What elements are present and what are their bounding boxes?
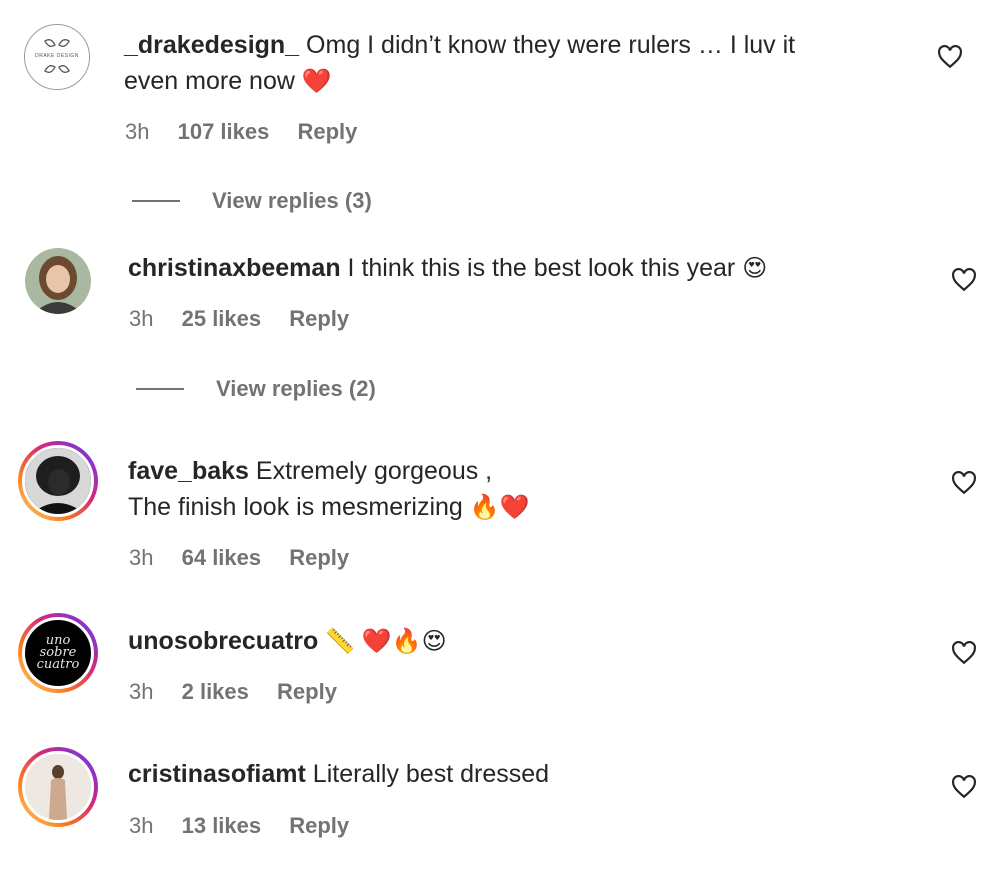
view-replies-line bbox=[136, 388, 184, 390]
comment-text: unosobrecuatro 📏 ❤️🔥😍 bbox=[128, 623, 908, 660]
avatar-photo bbox=[25, 448, 91, 514]
reply-button[interactable]: Reply bbox=[289, 306, 349, 331]
comment-time[interactable]: 3h bbox=[129, 545, 153, 570]
comment-likes[interactable]: 2 likes bbox=[182, 679, 249, 704]
comment-likes[interactable]: 64 likes bbox=[182, 545, 262, 570]
comment-emoji: 😍 bbox=[742, 255, 768, 282]
reply-button[interactable]: Reply bbox=[289, 545, 349, 570]
view-replies-button[interactable]: View replies (3) bbox=[132, 188, 372, 214]
comment-body-line: Omg I didn’t know they were rulers … I l… bbox=[306, 31, 796, 59]
comment-body-line: even more now bbox=[124, 67, 295, 95]
comment-body: I think this is the best look this year bbox=[347, 254, 736, 282]
comment-time[interactable]: 3h bbox=[129, 813, 153, 838]
avatar-logo-text: uno sobre cuatro bbox=[36, 633, 80, 672]
comment-likes[interactable]: 13 likes bbox=[182, 813, 262, 838]
comment-meta: 3h 64 likes Reply bbox=[129, 545, 371, 571]
comment-body-line: Extremely gorgeous , bbox=[255, 457, 493, 485]
comment-meta: 3h 13 likes Reply bbox=[129, 813, 371, 839]
comment-meta: 3h 107 likes Reply bbox=[125, 119, 379, 145]
comment-emoji: 📏 ❤️🔥😍 bbox=[325, 628, 447, 655]
comment-username[interactable]: cristinasofiamt bbox=[128, 760, 306, 788]
comment-likes[interactable]: 107 likes bbox=[178, 119, 270, 144]
comment-body-line: The finish look is mesmerizing bbox=[128, 493, 463, 521]
comment-text: _drakedesign_ Omg I didn’t know they wer… bbox=[124, 27, 904, 100]
heart-outline-icon[interactable] bbox=[937, 45, 963, 69]
comment-text: christinaxbeeman I think this is the bes… bbox=[128, 250, 908, 287]
avatar[interactable] bbox=[18, 747, 98, 827]
avatar[interactable] bbox=[25, 248, 91, 314]
comment-likes[interactable]: 25 likes bbox=[182, 306, 262, 331]
heart-outline-icon[interactable] bbox=[951, 775, 977, 799]
comment-meta: 3h 25 likes Reply bbox=[129, 306, 371, 332]
avatar[interactable]: DRAKE DESIGN bbox=[24, 24, 90, 90]
avatar-logo-text: DRAKE DESIGN bbox=[35, 53, 79, 59]
comment-time[interactable]: 3h bbox=[129, 306, 153, 331]
avatar[interactable] bbox=[18, 441, 98, 521]
heart-outline-icon[interactable] bbox=[951, 641, 977, 665]
comment-emoji: ❤️ bbox=[301, 68, 332, 95]
comment-text: fave_baks Extremely gorgeous , The finis… bbox=[128, 453, 908, 526]
comment-username[interactable]: fave_baks bbox=[128, 457, 249, 485]
heart-outline-icon[interactable] bbox=[951, 268, 977, 292]
avatar[interactable]: uno sobre cuatro bbox=[18, 613, 98, 693]
comment-emoji: 🔥❤️ bbox=[469, 494, 530, 521]
avatar-photo bbox=[25, 754, 91, 820]
view-replies-button[interactable]: View replies (2) bbox=[136, 376, 376, 402]
reply-button[interactable]: Reply bbox=[277, 679, 337, 704]
comment-body: Literally best dressed bbox=[312, 760, 550, 788]
comment-username[interactable]: unosobrecuatro bbox=[128, 627, 318, 655]
comment-time[interactable]: 3h bbox=[125, 119, 149, 144]
comment-username[interactable]: christinaxbeeman bbox=[128, 254, 341, 282]
comment-text: cristinasofiamt Literally best dressed bbox=[128, 756, 908, 792]
comment-username[interactable]: _drakedesign_ bbox=[124, 31, 299, 59]
heart-outline-icon[interactable] bbox=[951, 471, 977, 495]
reply-button[interactable]: Reply bbox=[297, 119, 357, 144]
reply-button[interactable]: Reply bbox=[289, 813, 349, 838]
avatar-photo bbox=[25, 248, 91, 314]
view-replies-label: View replies (2) bbox=[216, 376, 376, 401]
view-replies-line bbox=[132, 200, 180, 202]
comment-time[interactable]: 3h bbox=[129, 679, 153, 704]
comment-meta: 3h 2 likes Reply bbox=[129, 679, 359, 705]
view-replies-label: View replies (3) bbox=[212, 188, 372, 213]
